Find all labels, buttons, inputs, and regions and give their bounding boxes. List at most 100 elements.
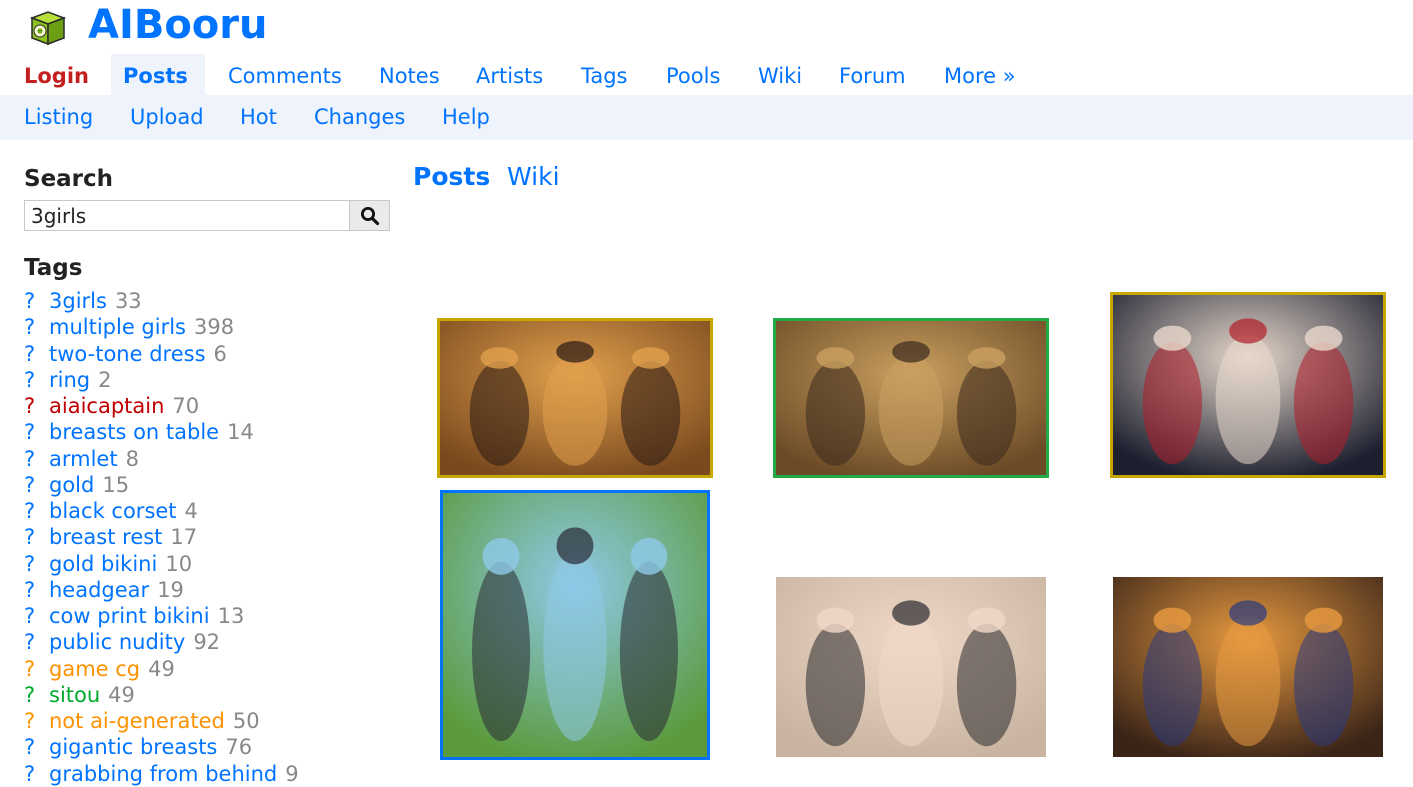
tag-item: ? grabbing from behind 9 [24, 761, 299, 787]
tag-item: ? gigantic breasts 76 [24, 734, 299, 760]
post-thumbnail[interactable] [440, 490, 710, 760]
tag-item: ? breasts on table 14 [24, 419, 299, 445]
tag-wiki-link[interactable]: ? [24, 577, 49, 603]
tag-item: ? cow print bikini 13 [24, 603, 299, 629]
tag-search-link[interactable]: cow print bikini [49, 604, 210, 628]
search-input[interactable] [25, 201, 351, 230]
tag-wiki-link[interactable]: ? [24, 288, 49, 314]
tag-search-link[interactable]: headgear [49, 578, 149, 602]
tag-search-link[interactable]: breast rest [49, 525, 162, 549]
tag-search-link[interactable]: not ai-generated [49, 709, 225, 733]
tag-search-link[interactable]: multiple girls [49, 315, 186, 339]
tag-post-count: 19 [157, 577, 184, 602]
tag-wiki-link[interactable]: ? [24, 472, 49, 498]
tag-search-link[interactable]: 3girls [49, 289, 107, 313]
tag-search-link[interactable]: breasts on table [49, 420, 219, 444]
tag-search-link[interactable]: ring [49, 368, 90, 392]
post-thumbnail[interactable] [1113, 577, 1383, 757]
nav-wiki[interactable]: Wiki [746, 54, 814, 95]
post-image [443, 493, 707, 757]
tag-wiki-link[interactable]: ? [24, 708, 49, 734]
tag-search-link[interactable]: gigantic breasts [49, 735, 217, 759]
tab-wiki[interactable]: Wiki [507, 162, 560, 191]
tag-post-count: 14 [227, 420, 254, 445]
tag-search-link[interactable]: public nudity [49, 630, 185, 654]
post-thumbnail[interactable] [773, 318, 1049, 478]
search-form [24, 200, 390, 231]
post-image [1113, 577, 1383, 757]
tag-wiki-link[interactable]: ? [24, 629, 49, 655]
tag-post-count: 76 [225, 735, 253, 760]
tag-post-count: 50 [232, 709, 260, 733]
post-image [1113, 295, 1383, 475]
post-thumbnail[interactable] [437, 318, 713, 478]
subnav-hot[interactable]: Hot [240, 95, 277, 140]
tag-search-link[interactable]: two-tone dress [49, 342, 206, 366]
sub-nav: Listing Upload Hot Changes Help [0, 95, 1413, 140]
tag-wiki-link[interactable]: ? [24, 524, 49, 550]
subnav-help[interactable]: Help [442, 95, 490, 140]
site-title[interactable]: AIBooru [88, 0, 268, 52]
tag-item: ? headgear 19 [24, 577, 299, 603]
nav-pools[interactable]: Pools [654, 54, 732, 95]
tag-search-link[interactable]: grabbing from behind [49, 762, 277, 786]
tag-post-count: 33 [114, 289, 142, 313]
search-button[interactable] [349, 201, 389, 230]
tag-item: ? 3girls 33 [24, 288, 299, 314]
tag-wiki-link[interactable]: ? [24, 393, 49, 419]
tag-search-link[interactable]: sitou [49, 683, 100, 707]
tag-post-count: 2 [98, 367, 112, 392]
post-thumbnail[interactable] [776, 577, 1046, 757]
tag-wiki-link[interactable]: ? [24, 734, 49, 760]
tag-post-count: 4 [184, 499, 198, 523]
tag-item: ? public nudity 92 [24, 629, 299, 655]
tag-wiki-link[interactable]: ? [24, 682, 49, 708]
tag-post-count: 398 [194, 315, 235, 340]
post-thumbnail[interactable] [1110, 292, 1386, 478]
tag-search-link[interactable]: black corset [49, 499, 177, 523]
tag-search-link[interactable]: aiaicaptain [49, 394, 164, 418]
tag-item: ? breast rest 17 [24, 524, 299, 550]
tag-wiki-link[interactable]: ? [24, 341, 49, 367]
nav-more[interactable]: More » [932, 54, 1028, 95]
tag-post-count: 49 [108, 682, 135, 707]
tag-item: ? game cg 49 [24, 656, 299, 682]
tab-posts[interactable]: Posts [413, 162, 490, 191]
tag-item: ? gold 15 [24, 472, 299, 498]
tag-wiki-link[interactable]: ? [24, 603, 49, 629]
tag-item: ? aiaicaptain 70 [24, 393, 299, 419]
tag-search-link[interactable]: gold bikini [49, 552, 157, 576]
nav-notes[interactable]: Notes [367, 54, 452, 95]
tag-post-count: 49 [148, 656, 175, 681]
tag-search-link[interactable]: gold [49, 473, 94, 497]
tag-post-count: 92 [193, 630, 221, 655]
tag-wiki-link[interactable]: ? [24, 446, 49, 472]
tag-post-count: 9 [285, 761, 299, 786]
tag-wiki-link[interactable]: ? [24, 419, 49, 445]
subnav-changes[interactable]: Changes [314, 95, 405, 140]
tag-search-link[interactable]: armlet [49, 447, 118, 471]
tag-wiki-link[interactable]: ? [24, 656, 49, 682]
tag-wiki-link[interactable]: ? [24, 761, 49, 787]
post-image [776, 577, 1046, 757]
nav-tags[interactable]: Tags [569, 54, 640, 95]
tag-wiki-link[interactable]: ? [24, 551, 49, 577]
nav-login[interactable]: Login [12, 54, 101, 95]
nav-comments[interactable]: Comments [216, 54, 354, 95]
cube-logo-icon[interactable] [26, 6, 68, 48]
subnav-listing[interactable]: Listing [24, 95, 93, 140]
search-icon [360, 206, 379, 225]
subnav-upload[interactable]: Upload [130, 95, 204, 140]
post-image [776, 321, 1046, 475]
tag-wiki-link[interactable]: ? [24, 314, 49, 340]
tag-wiki-link[interactable]: ? [24, 498, 49, 524]
nav-forum[interactable]: Forum [827, 54, 918, 95]
tag-search-link[interactable]: game cg [49, 657, 140, 681]
nav-artists[interactable]: Artists [464, 54, 555, 95]
tag-item: ? ring 2 [24, 367, 299, 393]
nav-posts[interactable]: Posts [111, 54, 205, 95]
tag-wiki-link[interactable]: ? [24, 367, 49, 393]
tag-item: ? armlet 8 [24, 446, 299, 472]
tag-item: ? not ai-generated 50 [24, 708, 299, 734]
tag-item: ? black corset 4 [24, 498, 299, 524]
